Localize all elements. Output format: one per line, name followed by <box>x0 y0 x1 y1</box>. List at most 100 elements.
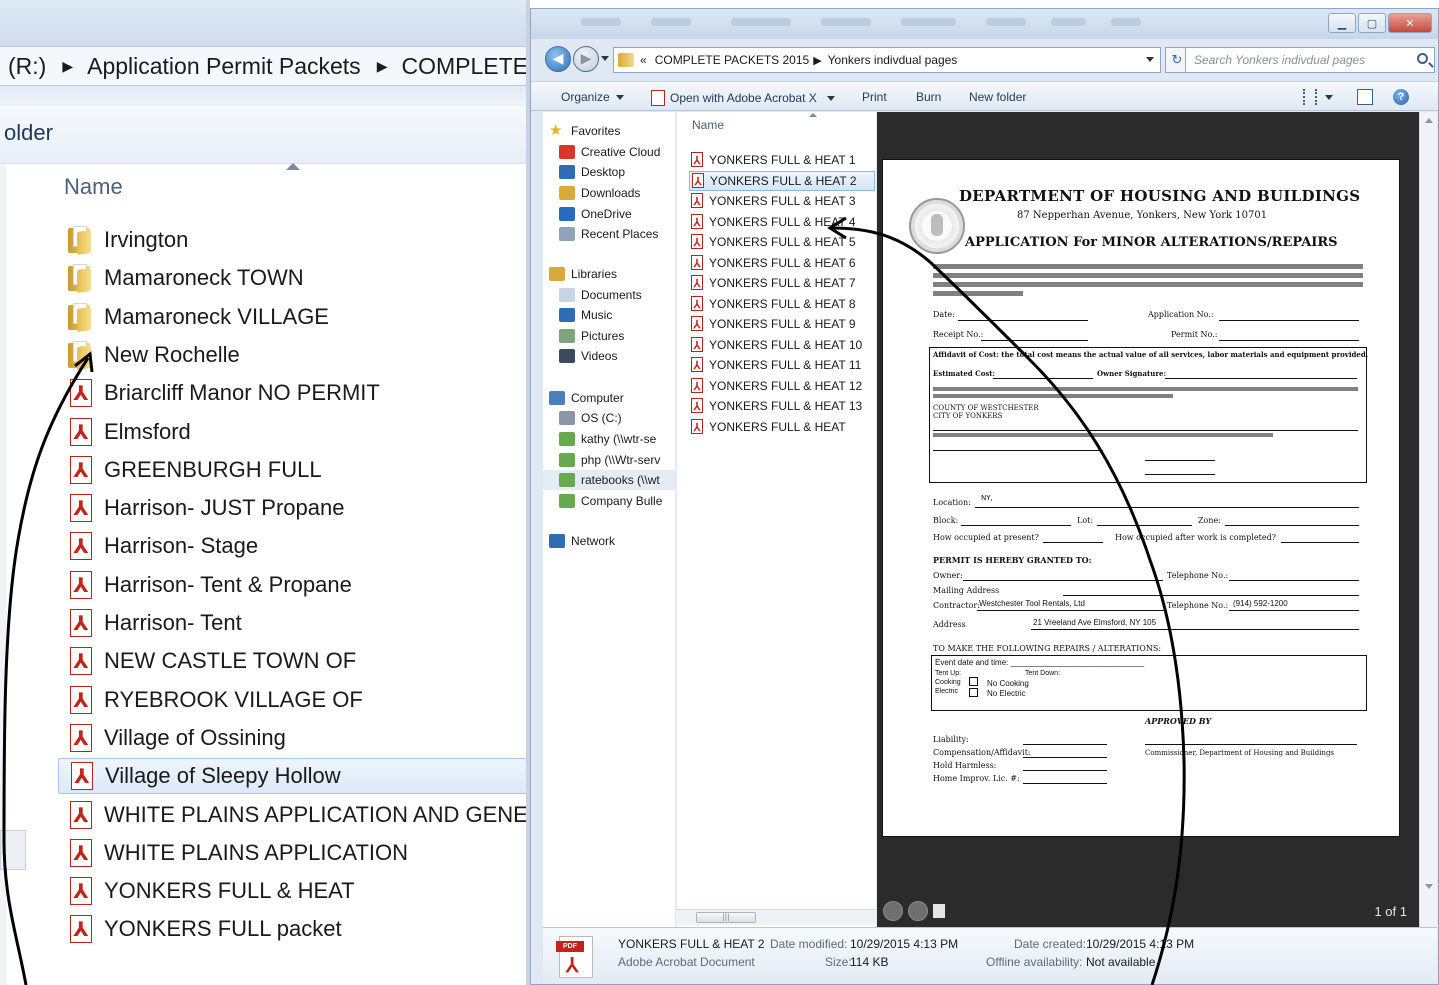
sidebar-item-network[interactable]: Network <box>549 531 615 551</box>
file-row-yonkers-full-heat-11[interactable]: ⅄ YONKERS FULL & HEAT 11 <box>689 355 875 375</box>
file-row-yonkers-full-heat-2[interactable]: ⅄ YONKERS FULL & HEAT 2 <box>689 171 875 191</box>
sidebar-item-php-wtr-serv[interactable]: php (\\Wtr-serv <box>559 450 660 470</box>
list-item-label: Mamaroneck VILLAGE <box>104 304 329 329</box>
file-row-yonkers-full-heat-12[interactable]: ⅄ YONKERS FULL & HEAT 12 <box>689 376 875 396</box>
pdf-file-icon: ⅄ <box>689 336 705 354</box>
list-item-elmsford[interactable]: ⅄ Elmsford <box>58 414 528 450</box>
new-folder-button[interactable]: older <box>4 120 53 146</box>
file-row-yonkers-full-heat-7[interactable]: ⅄ YONKERS FULL & HEAT 7 <box>689 273 875 293</box>
address-overflow[interactable]: « <box>640 53 647 67</box>
sidebar-item-desktop[interactable]: Desktop <box>559 162 625 182</box>
next-page-icon[interactable] <box>908 901 928 921</box>
file-row-yonkers-full-heat-9[interactable]: ⅄ YONKERS FULL & HEAT 9 <box>689 314 875 334</box>
open-with-button[interactable]: Open with Adobe Acrobat X <box>651 90 835 106</box>
view-options-icon[interactable] <box>1303 89 1317 105</box>
list-item-new-castle-town-of[interactable]: ⅄ NEW CASTLE TOWN OF <box>58 643 528 679</box>
list-item-harrison-stage[interactable]: ⅄ Harrison- Stage <box>58 528 528 564</box>
preview-pane: DEPARTMENT OF HOUSING AND BUILDINGS 87 N… <box>877 112 1419 927</box>
scroll-up-icon[interactable] <box>1425 118 1433 123</box>
sidebar-item-music[interactable]: Music <box>559 305 612 325</box>
list-item-harrison-tent[interactable]: ⅄ Harrison- Tent <box>58 605 528 641</box>
forward-arrow-icon[interactable]: ▶ <box>573 46 599 72</box>
maximize-icon[interactable]: ▢ <box>1358 13 1386 33</box>
horizontal-scrollbar[interactable]: ||| <box>676 909 876 925</box>
list-item-harrison-just-propane[interactable]: ⅄ Harrison- JUST Propane <box>58 490 528 526</box>
list-item-village-of-sleepy-hollow[interactable]: ⅄ Village of Sleepy Hollow <box>58 758 528 794</box>
preview-scrollbar[interactable] <box>1419 112 1437 927</box>
file-row-yonkers-full-heat-13[interactable]: ⅄ YONKERS FULL & HEAT 13 <box>689 396 875 416</box>
breadcrumb-complete-packets[interactable]: COMPLETE PA <box>401 53 530 80</box>
list-item-ryebrook-village-of[interactable]: ⅄ RYEBROOK VILLAGE OF <box>58 682 528 718</box>
sidebar-item-documents[interactable]: Documents <box>559 285 642 305</box>
close-icon[interactable]: ✕ <box>1388 13 1432 33</box>
list-item-mamaroneck-village[interactable]: Mamaroneck VILLAGE <box>58 299 528 335</box>
search-input[interactable]: Search Yonkers indivdual pages <box>1185 47 1435 73</box>
file-row-yonkers-full-heat-5[interactable]: ⅄ YONKERS FULL & HEAT 5 <box>689 232 875 252</box>
file-row-yonkers-full-heat-1[interactable]: ⅄ YONKERS FULL & HEAT 1 <box>689 150 875 170</box>
scroll-down-icon[interactable] <box>1425 884 1433 889</box>
history-dropdown-icon[interactable] <box>601 56 609 61</box>
approved-by-label: APPROVED BY <box>1145 716 1212 726</box>
address-part-complete-packets[interactable]: COMPLETE PACKETS 2015 <box>655 53 810 67</box>
breadcrumb-drive[interactable]: (R:) <box>8 53 46 80</box>
no-electric-label: No Electric <box>987 689 1026 698</box>
list-item-briarcliff-manor-no-permit[interactable]: ⅄ Briarcliff Manor NO PERMIT <box>58 375 528 411</box>
mailing-address-line <box>1063 595 1359 596</box>
previous-page-icon[interactable] <box>883 901 903 921</box>
burn-button[interactable]: Burn <box>916 90 941 104</box>
breadcrumb[interactable]: (R:) ▶ Application Permit Packets ▶ COMP… <box>0 46 530 86</box>
list-item-white-plains-application-and-gene[interactable]: ⅄ WHITE PLAINS APPLICATION AND GENE... <box>58 797 528 833</box>
preview-pane-icon[interactable] <box>1357 89 1373 105</box>
file-row-yonkers-full-heat-10[interactable]: ⅄ YONKERS FULL & HEAT 10 <box>689 335 875 355</box>
print-button[interactable]: Print <box>862 90 887 104</box>
date-created-value: 10/29/2015 4:13 PM <box>1086 937 1195 951</box>
sidebar-item-recent-places[interactable]: Recent Places <box>559 224 658 244</box>
list-item-yonkers-full-heat[interactable]: ⅄ YONKERS FULL & HEAT <box>58 873 528 909</box>
sidebar-item-os-c[interactable]: OS (C:) <box>559 408 622 428</box>
page-thumbnail-icon[interactable] <box>933 904 945 918</box>
pdf-file-icon: ⅄ <box>66 455 96 485</box>
view-dropdown-icon[interactable] <box>1325 95 1333 100</box>
breadcrumb-application-permit-packets[interactable]: Application Permit Packets <box>87 53 361 80</box>
file-name: YONKERS FULL & HEAT 13 <box>709 399 863 413</box>
file-row-yonkers-full-heat-6[interactable]: ⅄ YONKERS FULL & HEAT 6 <box>689 253 875 273</box>
list-item-greenburgh-full[interactable]: ⅄ GREENBURGH FULL <box>58 452 528 488</box>
file-row-yonkers-full-heat-4[interactable]: ⅄ YONKERS FULL & HEAT 4 <box>689 212 875 232</box>
list-item-harrison-tent-propane[interactable]: ⅄ Harrison- Tent & Propane <box>58 567 528 603</box>
pdf-file-icon: ⅄ <box>67 761 97 791</box>
sidebar-item-ratebooks-wt[interactable]: ratebooks (\\wt <box>543 470 675 490</box>
file-row-yonkers-full-heat[interactable]: ⅄ YONKERS FULL & HEAT <box>689 417 875 437</box>
help-icon[interactable]: ? <box>1393 89 1409 105</box>
list-item-village-of-ossining[interactable]: ⅄ Village of Ossining <box>58 720 528 756</box>
sidebar-item-pictures[interactable]: Pictures <box>559 326 624 346</box>
sidebar-item-downloads[interactable]: Downloads <box>559 183 640 203</box>
search-icon[interactable] <box>1417 53 1428 64</box>
name-column-header[interactable]: Name <box>64 174 123 200</box>
new-folder-button[interactable]: New folder <box>969 90 1026 104</box>
sidebar-item-kathy-wtr-se[interactable]: kathy (\\wtr-se <box>559 429 656 449</box>
pdf-file-icon: ⅄ <box>66 531 96 561</box>
sidebar-item-videos[interactable]: Videos <box>559 346 617 366</box>
list-item-mamaroneck-town[interactable]: Mamaroneck TOWN <box>58 260 528 296</box>
list-item-yonkers-full-packet[interactable]: ⅄ YONKERS FULL packet <box>58 911 528 947</box>
sidebar-item-company-bulle[interactable]: Company Bulle <box>559 491 662 511</box>
address-bar[interactable]: « COMPLETE PACKETS 2015 ▶ Yonkers indivd… <box>613 47 1161 73</box>
address-dropdown-icon[interactable] <box>1146 57 1154 62</box>
list-item-irvington[interactable]: Irvington <box>58 222 528 258</box>
nav-scrollbar-thumb[interactable] <box>0 830 26 870</box>
organize-button[interactable]: Organize <box>561 90 624 104</box>
name-column-header[interactable]: Name <box>692 118 724 132</box>
address-part-yonkers[interactable]: Yonkers indivdual pages <box>828 53 958 67</box>
list-item-white-plains-application[interactable]: ⅄ WHITE PLAINS APPLICATION <box>58 835 528 871</box>
file-row-yonkers-full-heat-3[interactable]: ⅄ YONKERS FULL & HEAT 3 <box>689 191 875 211</box>
sidebar-item-favorites[interactable]: ★ Favorites <box>549 121 620 141</box>
file-row-yonkers-full-heat-8[interactable]: ⅄ YONKERS FULL & HEAT 8 <box>689 294 875 314</box>
sidebar-item-libraries[interactable]: Libraries <box>549 264 617 284</box>
back-arrow-icon[interactable]: ◀ <box>545 46 571 72</box>
minimize-icon[interactable]: ▁ <box>1328 13 1356 33</box>
sidebar-item-computer[interactable]: Computer <box>549 388 624 408</box>
horizontal-scrollbar-thumb[interactable]: ||| <box>696 912 756 923</box>
sidebar-item-creative-cloud[interactable]: Creative Cloud <box>559 142 660 162</box>
list-item-new-rochelle[interactable]: New Rochelle <box>58 337 528 373</box>
sidebar-item-onedrive[interactable]: OneDrive <box>559 204 632 224</box>
